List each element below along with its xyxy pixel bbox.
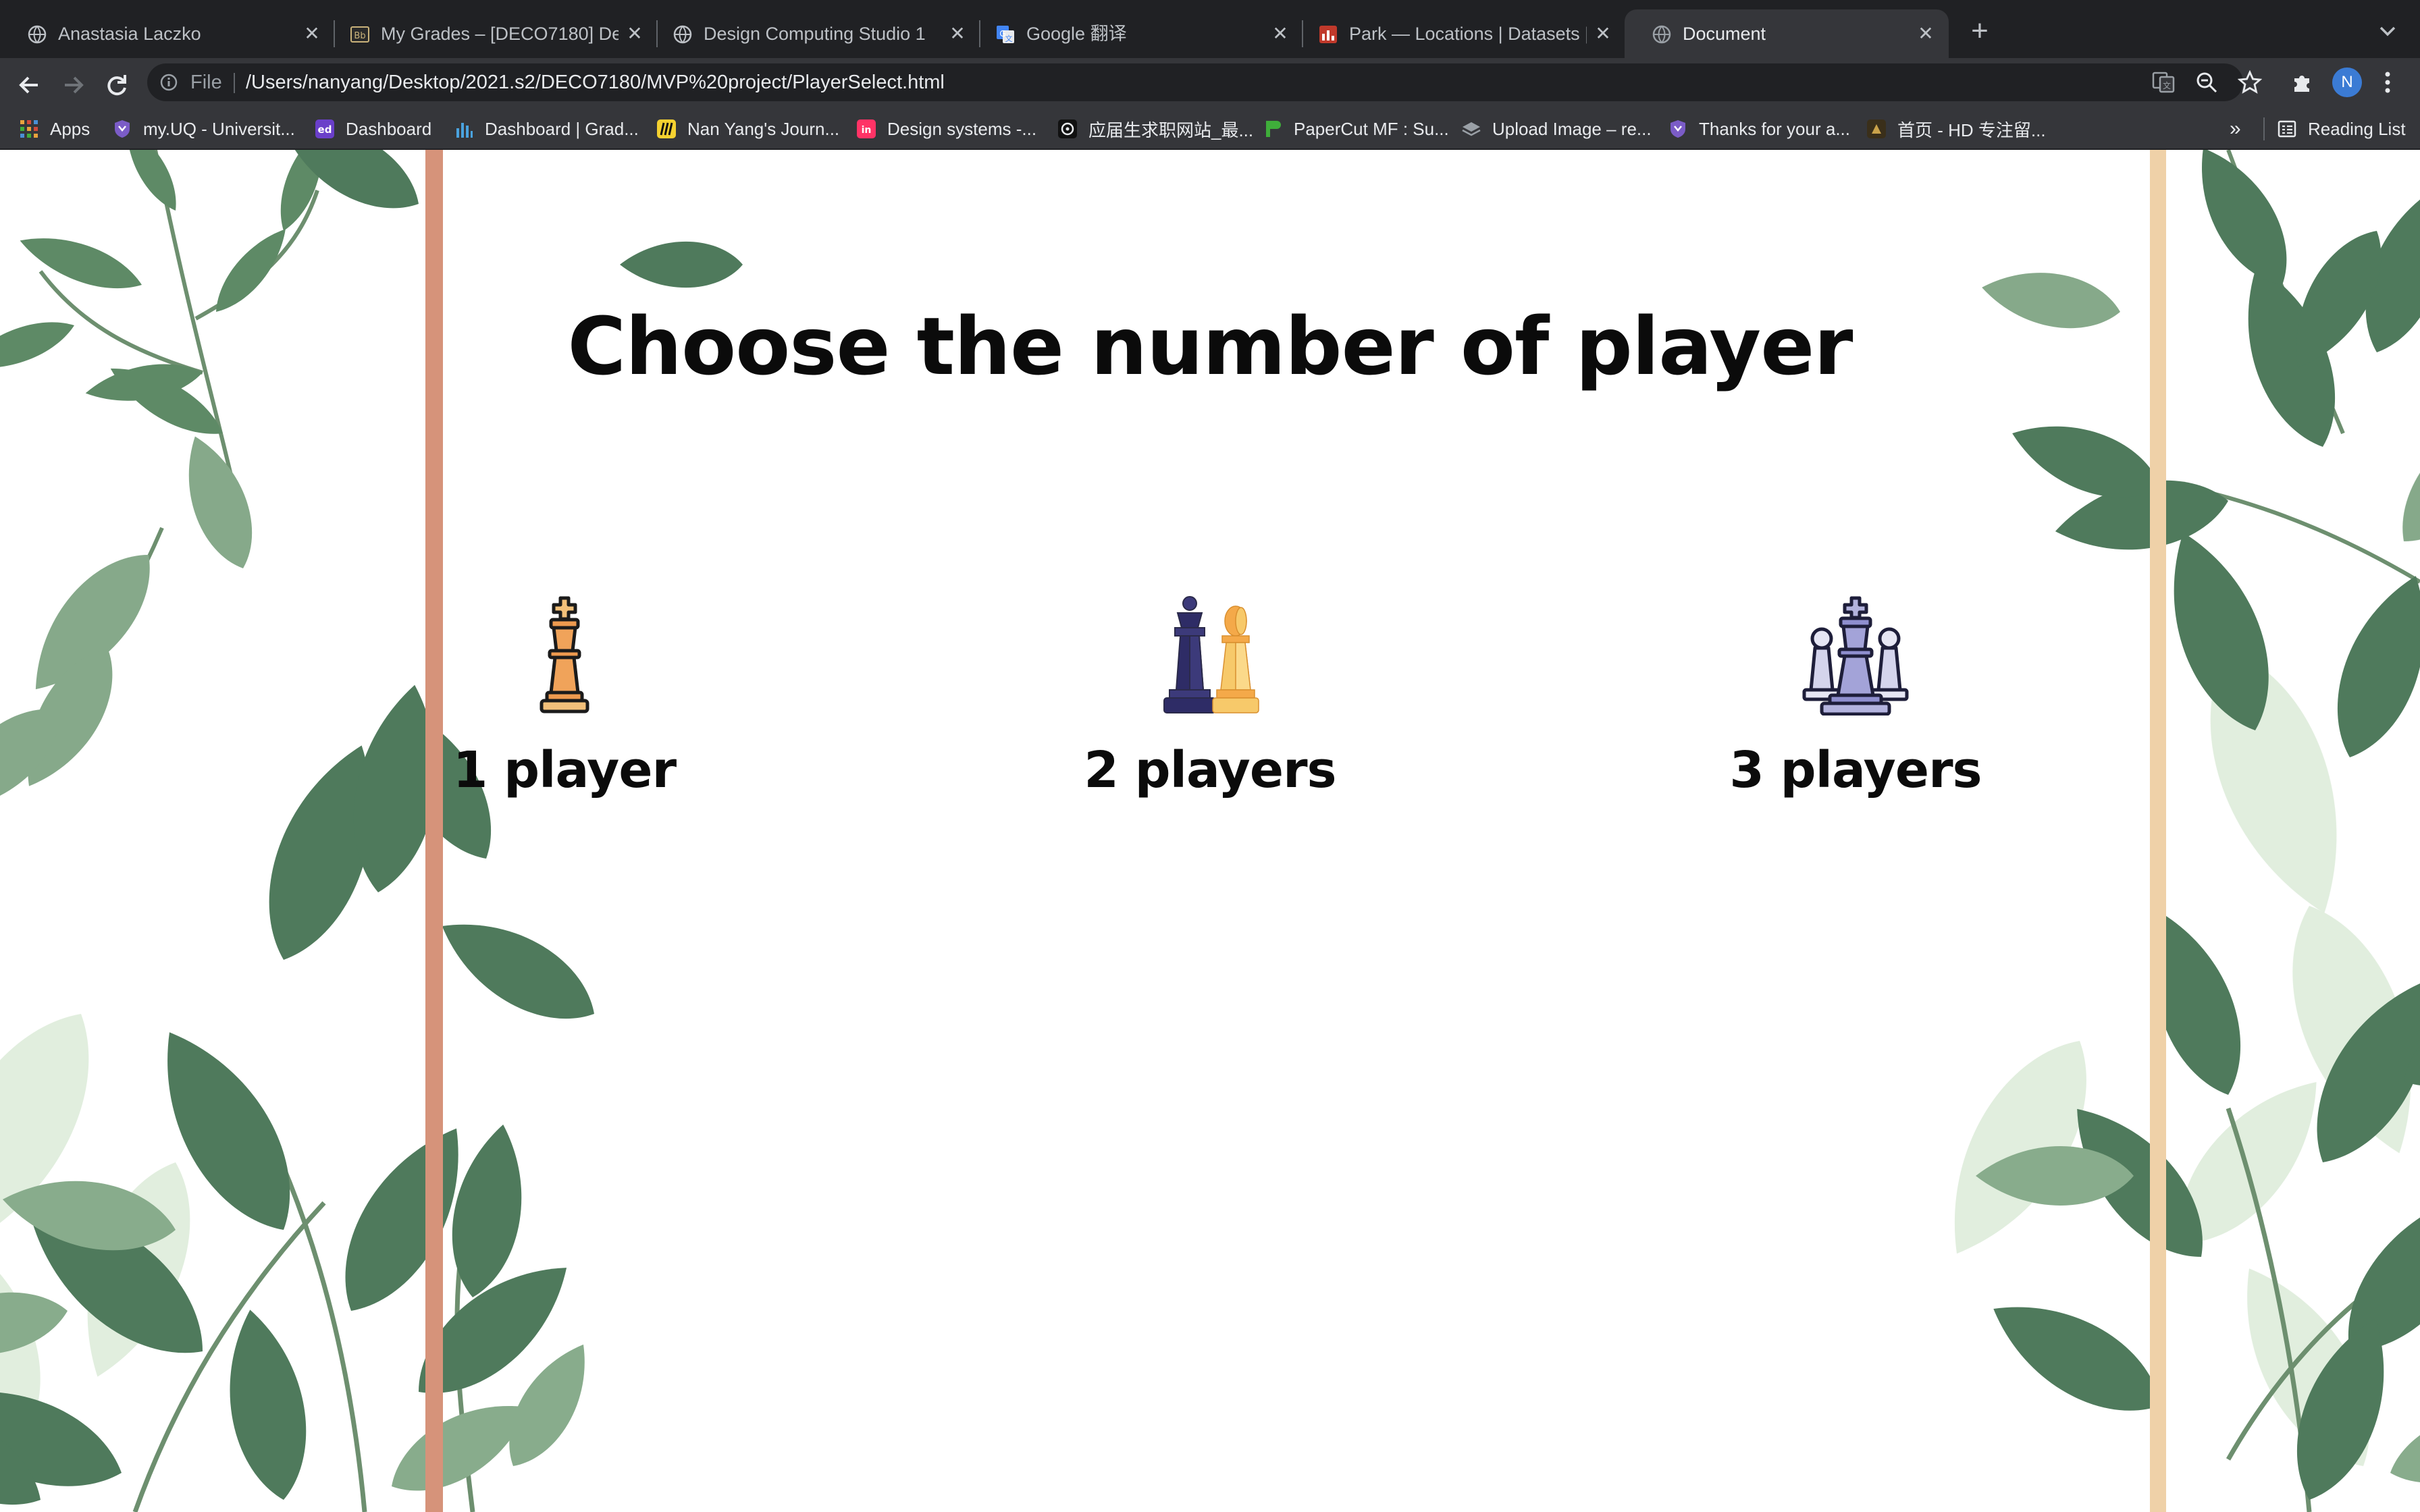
papercut-icon	[1266, 121, 1281, 137]
tab-label: Park — Locations | Datasets | c	[1349, 24, 1587, 44]
three-players-option[interactable]: 3 players	[1680, 595, 2031, 818]
bookmark-dashboard-grad[interactable]: Dashboard | Grad...	[454, 108, 639, 150]
option-label: 1 player	[452, 741, 677, 799]
option-label: 2 players	[1084, 741, 1336, 799]
page-viewport: Choose the number of player 1 player 2 p…	[0, 150, 2420, 1512]
svg-text:Bb: Bb	[354, 31, 365, 41]
tab-google-translate[interactable]: G文 Google 翻译 ✕	[968, 9, 1295, 58]
globe-icon	[673, 25, 692, 44]
close-tab-icon[interactable]: ✕	[947, 23, 968, 45]
reload-icon[interactable]	[97, 66, 135, 104]
tab-label: Document	[1683, 24, 1766, 44]
uq-shield-icon	[1671, 120, 1685, 138]
bookmark-label: Upload Image – re...	[1492, 118, 1652, 139]
bookmark-label: Thanks for your a...	[1699, 118, 1850, 139]
profile-avatar[interactable]: N	[2332, 68, 2362, 97]
tab-label: Design Computing Studio 1	[704, 24, 926, 44]
bookmark-label: PaperCut MF : Su...	[1294, 118, 1449, 139]
reading-list-icon	[2278, 120, 2296, 138]
ed-icon: ed	[315, 119, 334, 138]
extensions-puzzle-icon[interactable]	[2290, 70, 2315, 94]
chess-king-with-pawns-icon	[1802, 596, 1909, 716]
bookmark-papercut[interactable]: PaperCut MF : Su...	[1263, 108, 1449, 150]
more-menu-icon[interactable]	[2379, 68, 2396, 97]
svg-text:文: 文	[2163, 80, 2171, 90]
forward-arrow-icon[interactable]	[54, 66, 92, 104]
back-arrow-icon[interactable]	[11, 66, 49, 104]
bookmark-dashboard[interactable]: ed Dashboard	[315, 108, 431, 150]
bookmark-label: 应届生求职网站_最...	[1088, 119, 1254, 140]
reading-list-button[interactable]: Reading List	[2277, 108, 2406, 150]
bookmark-apps[interactable]: Apps	[19, 108, 90, 150]
bookmark-star-icon[interactable]	[2238, 70, 2262, 94]
info-icon[interactable]	[159, 73, 178, 92]
uq-shield-icon	[115, 120, 130, 138]
bookmark-label: my.UQ - Universit...	[143, 118, 295, 139]
chevron-down-icon[interactable]	[2375, 19, 2400, 43]
address-bar[interactable]: File /Users/nanyang/Desktop/2021.s2/DECO…	[147, 63, 2243, 101]
bookmarks-overflow-button[interactable]: »	[2230, 113, 2241, 144]
two-players-option[interactable]: 2 players	[1034, 595, 1386, 818]
yjs-icon	[1058, 119, 1077, 138]
bookmarks-bar: Apps my.UQ - Universit... ed Dashboard D…	[0, 108, 2420, 150]
bar-chart-icon	[456, 123, 473, 138]
bookmark-label: Dashboard	[346, 118, 432, 139]
hd-icon	[1867, 119, 1886, 138]
close-tab-icon[interactable]: ✕	[1592, 23, 1614, 45]
bookmark-design-systems[interactable]: in Design systems -...	[856, 108, 1036, 150]
svg-text:in: in	[862, 125, 872, 136]
bookmark-label: Nan Yang's Journ...	[687, 118, 840, 139]
bookmark-label: Design systems -...	[887, 118, 1037, 139]
bookmark-upload-image[interactable]: Upload Image – re...	[1461, 108, 1652, 150]
bookmark-hd[interactable]: 首页 - HD 专注留...	[1866, 108, 2046, 150]
bookmark-thanks[interactable]: Thanks for your a...	[1668, 108, 1850, 150]
chess-king-icon	[540, 596, 589, 713]
tab-my-grades[interactable]: Bb My Grades – [DECO7180] Desi ✕	[323, 9, 650, 58]
bb-icon: Bb	[350, 26, 369, 43]
tab-strip: Anastasia Laczko ✕ Bb My Grades – [DECO7…	[0, 0, 2420, 58]
invision-icon: in	[857, 119, 876, 138]
close-tab-icon[interactable]: ✕	[1269, 23, 1291, 45]
apps-grid-icon	[20, 120, 38, 138]
tab-label: Google 翻译	[1026, 24, 1127, 44]
bookmark-label: Apps	[50, 118, 90, 139]
divider	[2263, 117, 2265, 140]
divider	[234, 73, 235, 93]
reading-list-label: Reading List	[2308, 118, 2406, 139]
tab-label: My Grades – [DECO7180] Desi	[381, 24, 619, 44]
svg-text:文: 文	[1005, 34, 1013, 43]
url-text[interactable]: /Users/nanyang/Desktop/2021.s2/DECO7180/…	[246, 63, 945, 101]
bookmark-nan-yang-journal[interactable]: Nan Yang's Journ...	[656, 108, 839, 150]
globe-icon	[1652, 25, 1671, 44]
dataset-icon	[1319, 26, 1337, 43]
zoom-icon[interactable]	[2194, 70, 2219, 94]
bookmark-label: Dashboard | Grad...	[485, 118, 639, 139]
tab-park-locations[interactable]: Park — Locations | Datasets | c ✕	[1291, 9, 1618, 58]
option-label: 3 players	[1729, 741, 1982, 799]
svg-text:ed: ed	[318, 124, 332, 136]
miro-icon	[657, 119, 676, 138]
new-tab-button[interactable]: +	[1965, 16, 1995, 47]
bookmark-yjs[interactable]: 应届生求职网站_最...	[1057, 108, 1253, 150]
chess-queen-and-pawn-icon	[1163, 596, 1259, 713]
page-title: Choose the number of player	[567, 300, 1853, 393]
tab-document[interactable]: Document ✕	[1625, 9, 1949, 58]
bookmark-myuq[interactable]: my.UQ - Universit...	[112, 108, 295, 150]
tab-label: Anastasia Laczko	[58, 24, 201, 44]
one-player-option[interactable]: 1 player	[389, 595, 740, 818]
google-translate-icon: G文	[997, 26, 1014, 43]
layers-icon	[1462, 122, 1481, 136]
tab-design-computing[interactable]: Design Computing Studio 1 ✕	[646, 9, 972, 58]
close-tab-icon[interactable]: ✕	[301, 23, 323, 45]
bookmark-label: 首页 - HD 专注留...	[1897, 119, 2046, 140]
close-tab-icon[interactable]: ✕	[624, 23, 646, 45]
translate-icon[interactable]: 文	[2151, 70, 2176, 94]
tab-anastasia[interactable]: Anastasia Laczko ✕	[0, 9, 327, 58]
globe-icon	[28, 25, 47, 44]
scheme-label: File	[190, 72, 222, 93]
close-tab-icon[interactable]: ✕	[1915, 23, 1937, 45]
